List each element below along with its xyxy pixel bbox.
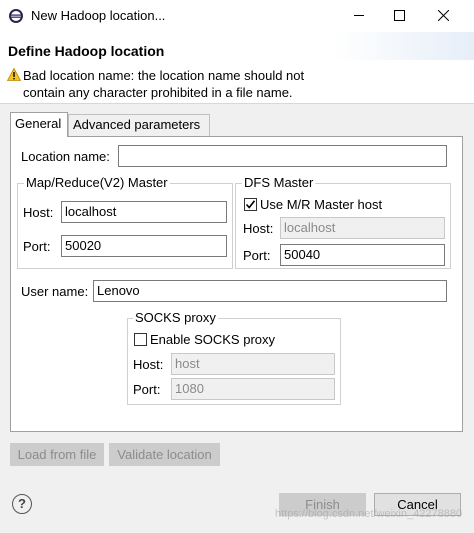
- warning-line-2: contain any character prohibited in a fi…: [23, 85, 293, 100]
- mapreduce-port-label: Port:: [23, 239, 51, 254]
- help-icon: ?: [18, 496, 26, 511]
- dfs-port-input[interactable]: 50040: [280, 244, 445, 266]
- mapreduce-master-group: Map/Reduce(V2) Master Host: localhost Po…: [17, 176, 233, 269]
- minimize-icon: [353, 9, 365, 24]
- close-icon: [437, 9, 449, 24]
- enable-socks-checkbox[interactable]: [134, 333, 147, 346]
- maximize-button[interactable]: [376, 0, 422, 32]
- mapreduce-host-input[interactable]: localhost: [61, 201, 227, 223]
- mapreduce-host-label: Host:: [23, 205, 54, 220]
- dfs-host-label: Host:: [243, 221, 274, 236]
- mapreduce-port-input[interactable]: 50020: [61, 235, 227, 257]
- user-name-label: User name:: [21, 284, 89, 299]
- dialog-header: Define Hadoop location Bad location name…: [0, 32, 474, 104]
- use-mr-master-checkbox[interactable]: [244, 198, 257, 211]
- warning-line-1: Bad location name: the location name sho…: [23, 68, 305, 83]
- dfs-port-label: Port:: [243, 248, 271, 263]
- help-button[interactable]: ?: [12, 494, 32, 514]
- use-mr-master-label: Use M/R Master host: [260, 197, 383, 212]
- socks-group-title: SOCKS proxy: [133, 310, 218, 325]
- header-banner: [334, 32, 474, 60]
- validate-location-button[interactable]: Validate location: [109, 443, 220, 466]
- location-name-input[interactable]: [118, 145, 447, 167]
- maximize-icon: [393, 9, 405, 24]
- location-name-label: Location name:: [21, 149, 110, 164]
- warning-message: Bad location name: the location name sho…: [23, 67, 343, 101]
- general-tab-panel: Location name: Map/Reduce(V2) Master Hos…: [10, 136, 463, 432]
- close-button[interactable]: [420, 0, 466, 32]
- socks-host-input[interactable]: host: [171, 353, 335, 375]
- dfs-master-group: DFS Master Use M/R Master host Host: loc…: [235, 176, 451, 269]
- eclipse-icon: [8, 8, 24, 24]
- load-from-file-button[interactable]: Load from file: [10, 443, 104, 466]
- title-bar: New Hadoop location...: [0, 0, 474, 32]
- watermark: https://blog.csdn.net/weixin_42278880: [275, 508, 463, 520]
- window-title: New Hadoop location...: [31, 8, 166, 23]
- page-title: Define Hadoop location: [8, 43, 165, 59]
- socks-proxy-group: SOCKS proxy Enable SOCKS proxy Host: hos…: [127, 311, 341, 405]
- socks-port-input[interactable]: 1080: [171, 378, 335, 400]
- dfs-group-title: DFS Master: [242, 175, 316, 190]
- mapreduce-group-title: Map/Reduce(V2) Master: [24, 175, 170, 190]
- warning-icon: [6, 67, 22, 81]
- tab-general[interactable]: General: [10, 112, 68, 137]
- dfs-host-input[interactable]: localhost: [280, 217, 445, 239]
- socks-host-label: Host:: [133, 357, 164, 372]
- checkmark-icon: [245, 200, 256, 209]
- tab-advanced-parameters[interactable]: Advanced parameters: [68, 114, 210, 136]
- user-name-input[interactable]: Lenovo: [93, 280, 447, 302]
- socks-port-label: Port:: [133, 382, 161, 397]
- enable-socks-label: Enable SOCKS proxy: [150, 332, 276, 347]
